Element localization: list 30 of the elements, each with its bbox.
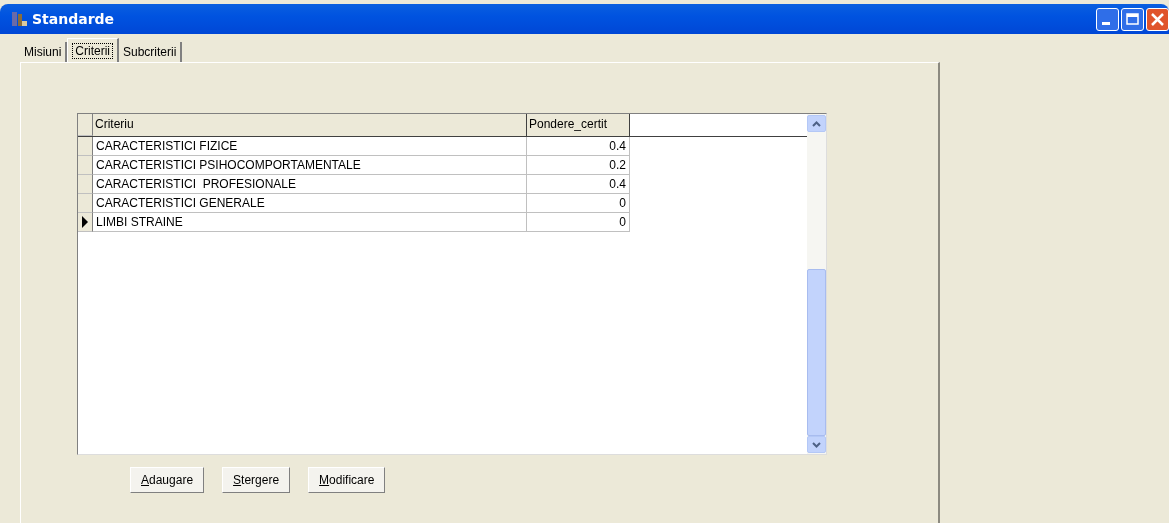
table-cell: CARACTERISTICI GENERALE [93, 194, 527, 213]
table-cell: CARACTERISTICI PSIHOCOMPORTAMENTALE [93, 156, 527, 175]
table-cell: LIMBI STRAINE [93, 213, 527, 232]
tab[interactable]: Criterii [67, 38, 119, 62]
row-indicator[interactable] [78, 213, 93, 232]
maximize-button[interactable] [1121, 7, 1144, 31]
table-cell: 0 [527, 213, 630, 232]
app-icon [10, 10, 28, 28]
scroll-down-button[interactable] [807, 436, 826, 453]
vertical-scrollbar[interactable] [807, 114, 826, 454]
column-header[interactable]: Pondere_certit [527, 114, 630, 136]
scroll-up-button[interactable] [807, 115, 826, 132]
action-button[interactable]: Modificare [308, 467, 386, 493]
minimize-button[interactable] [1096, 7, 1119, 31]
scroll-thumb[interactable] [807, 269, 826, 436]
close-button[interactable] [1146, 7, 1169, 31]
action-button[interactable]: Adaugare [130, 467, 205, 493]
table-cell: 0.2 [527, 156, 630, 175]
table-cell: CARACTERISTICI FIZICE [93, 137, 527, 156]
chevron-up-icon [812, 120, 821, 127]
action-button[interactable]: Stergere [222, 467, 291, 493]
table-cell: 0.4 [527, 137, 630, 156]
table-cell: 0 [527, 194, 630, 213]
window-title: Standarde [32, 11, 115, 27]
chevron-down-icon [812, 441, 821, 448]
current-row-icon [81, 216, 89, 228]
minimize-icon [1101, 22, 1110, 25]
column-header[interactable]: Criteriu [93, 114, 527, 136]
table-cell: 0.4 [527, 175, 630, 194]
table-cell: CARACTERISTICI PROFESIONALE [93, 175, 527, 194]
